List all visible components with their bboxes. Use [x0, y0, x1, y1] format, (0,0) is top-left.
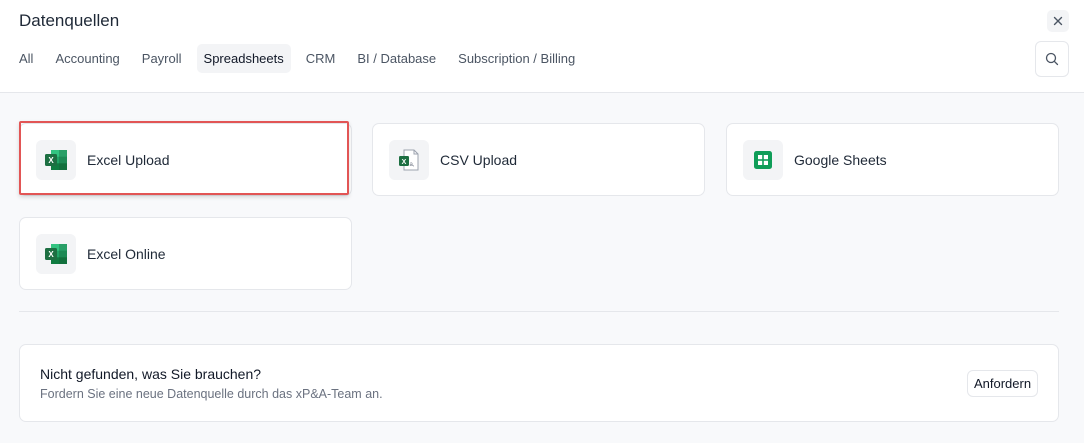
search-button[interactable] [1035, 41, 1069, 77]
close-button[interactable] [1047, 10, 1069, 32]
excel-icon: X [36, 233, 76, 274]
request-title: Nicht gefunden, was Sie brauchen? [40, 366, 262, 382]
request-button[interactable]: Anfordern [967, 370, 1038, 397]
source-card-csv-upload[interactable]: a, X CSV Upload [372, 123, 705, 196]
source-card-excel-online[interactable]: X Excel Online [19, 217, 352, 290]
csv-icon: a, X [389, 139, 429, 180]
search-icon [1045, 52, 1059, 66]
source-card-google-sheets[interactable]: Google Sheets [726, 123, 1059, 196]
tab-bi-database[interactable]: BI / Database [350, 44, 443, 73]
google-sheets-icon [743, 139, 783, 180]
category-tabs: All Accounting Payroll Spreadsheets CRM … [12, 44, 590, 73]
tab-all[interactable]: All [12, 44, 40, 73]
tab-crm[interactable]: CRM [299, 44, 343, 73]
section-divider [19, 311, 1059, 312]
svg-text:X: X [48, 156, 54, 165]
source-card-label: CSV Upload [440, 151, 518, 168]
request-datasource-panel: Nicht gefunden, was Sie brauchen? Forder… [19, 344, 1059, 422]
excel-icon: X [36, 139, 76, 180]
svg-text:X: X [48, 250, 54, 259]
svg-text:a,: a, [409, 162, 414, 168]
svg-text:X: X [402, 158, 407, 165]
request-subtitle: Fordern Sie eine neue Datenquelle durch … [40, 387, 383, 401]
close-icon [1053, 16, 1063, 26]
tab-subscription-billing[interactable]: Subscription / Billing [451, 44, 582, 73]
dialog-header: Datenquellen All Accounting Payroll Spre… [0, 0, 1084, 93]
source-card-label: Google Sheets [794, 151, 887, 168]
tab-spreadsheets[interactable]: Spreadsheets [196, 44, 291, 73]
tab-accounting[interactable]: Accounting [48, 44, 126, 73]
source-card-excel-upload[interactable]: X Excel Upload [19, 123, 352, 196]
dialog-title: Datenquellen [19, 11, 120, 30]
tab-payroll[interactable]: Payroll [135, 44, 189, 73]
source-card-label: Excel Online [87, 245, 166, 262]
source-card-label: Excel Upload [87, 151, 170, 168]
